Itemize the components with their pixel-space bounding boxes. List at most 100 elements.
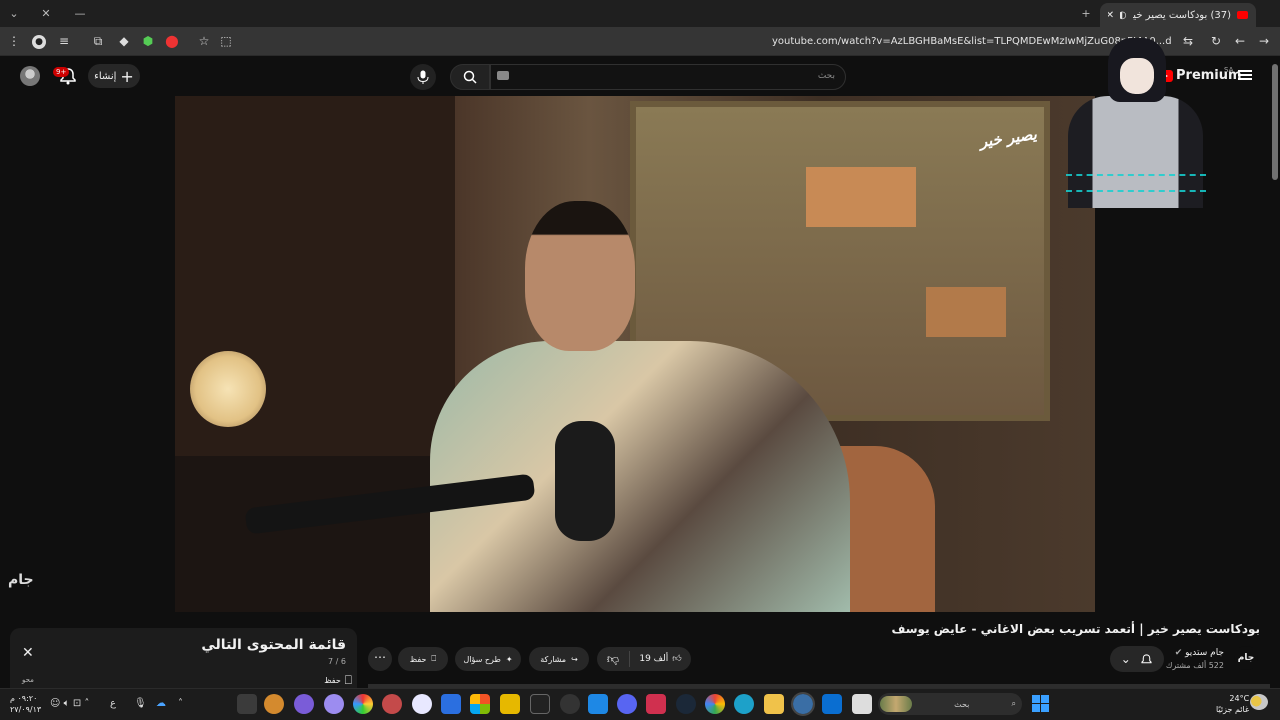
taskbar-app-13[interactable] <box>588 694 608 714</box>
tray-cloud-icon[interactable]: ☁ <box>156 698 166 709</box>
search-input[interactable]: بحث <box>490 64 846 90</box>
taskbar-search[interactable]: بحث ⌕ <box>878 693 1022 715</box>
taskbar-app-11[interactable] <box>530 694 550 714</box>
taskbar-app-16[interactable] <box>676 694 696 714</box>
taskbar-app-5[interactable] <box>353 694 373 714</box>
extension-diamond-icon[interactable]: ◆ <box>116 33 132 49</box>
video-scene-microphone <box>555 421 615 541</box>
sparkle-icon: ✦ <box>505 654 513 664</box>
taskbar-app-1[interactable] <box>237 694 257 714</box>
extension-red-icon[interactable]: ⬤ <box>164 33 180 49</box>
search-icon <box>463 70 477 84</box>
taskbar-app-18[interactable] <box>734 694 754 714</box>
back-icon[interactable]: ← <box>1232 33 1248 49</box>
weather-icon <box>1250 694 1268 710</box>
minimize-window-button[interactable]: — <box>72 7 88 20</box>
tray-overflow-icon[interactable]: ˄ <box>178 698 183 709</box>
hamburger-menu-icon[interactable] <box>1238 70 1252 80</box>
microphone-icon <box>417 70 429 84</box>
taskbar-app-6[interactable] <box>382 694 402 714</box>
video-player[interactable] <box>175 96 1095 612</box>
vtuber-face <box>1120 58 1154 94</box>
video-title: بودكاست يصير خير | أتعمد تسريب بعض الاغا… <box>891 622 1260 636</box>
more-actions-button[interactable]: ⋯ <box>368 647 392 671</box>
taskbar-app-4[interactable] <box>324 694 344 714</box>
page-scrollbar[interactable] <box>1272 64 1278 180</box>
taskbar-app-22[interactable] <box>852 694 872 714</box>
browser-titlebar: ⌄ ✕ — + (37) بودكاست يصير خير | أتع... ◐… <box>0 0 1280 27</box>
ask-button[interactable]: طرح سؤال ✦ <box>455 647 521 671</box>
thumbs-down-icon: 👎︎ <box>606 651 620 666</box>
taskbar-app-15[interactable] <box>646 694 666 714</box>
create-label: إنشاء <box>94 70 117 82</box>
thumbs-up-icon: 👍︎ <box>672 654 682 664</box>
language-indicator[interactable]: ع <box>110 698 116 709</box>
screenshot-icon[interactable]: ⬚ <box>218 33 234 49</box>
video-scene-person <box>430 201 850 612</box>
taskbar-app-12[interactable] <box>560 694 580 714</box>
avatar[interactable] <box>20 66 40 86</box>
vtuber-ring <box>1066 174 1206 192</box>
playlist-save-button[interactable]: حفظ ⎕ <box>324 673 352 688</box>
share-label: مشاركة <box>540 654 567 664</box>
taskbar-app-2[interactable] <box>264 694 284 714</box>
taskbar-app-7[interactable] <box>412 694 432 714</box>
bell-icon <box>1141 653 1152 663</box>
ask-label: طرح سؤال <box>463 654 501 664</box>
playlist-clear-label[interactable]: محو <box>22 676 34 684</box>
search-button[interactable] <box>450 64 490 90</box>
browser-tab-active[interactable]: (37) بودكاست يصير خير | أتع... ◐ ✕ <box>1100 3 1256 27</box>
tray-mic-icon[interactable]: 🎙︎ <box>134 698 147 709</box>
menu-dots-icon[interactable]: ⋮ <box>6 33 22 49</box>
keyboard-icon[interactable] <box>497 71 509 80</box>
tab-close-icon[interactable]: ✕ <box>1108 10 1114 21</box>
extensions-icon[interactable]: ⧉ <box>90 33 106 49</box>
playlist-save-label: حفظ <box>324 676 341 685</box>
tab-audio-icon[interactable]: ◐ <box>1120 10 1126 21</box>
share-button[interactable]: مشاركة ↪ <box>529 647 589 671</box>
youtube-favicon-icon <box>1236 11 1248 19</box>
chat-icon: ☺ <box>50 698 61 709</box>
playlist-position: 7 / 6 <box>328 657 346 666</box>
new-tab-button[interactable]: + <box>1078 7 1094 20</box>
close-window-button[interactable]: ✕ <box>38 7 54 20</box>
voice-search-button[interactable] <box>410 64 436 90</box>
create-button[interactable]: إنشاء + <box>88 64 140 88</box>
taskbar-app-14[interactable] <box>617 694 637 714</box>
search-highlight-image <box>880 696 912 712</box>
taskbar-app-17[interactable] <box>705 694 725 714</box>
tray-icons[interactable]: ☺ 🔈︎ ⊡ ˄ <box>50 698 89 709</box>
like-button[interactable]: 19 ألف 👍︎ <box>629 651 691 667</box>
taskbar-app-8[interactable] <box>441 694 461 714</box>
like-count: 19 ألف <box>639 654 669 664</box>
forward-icon[interactable]: → <box>1256 33 1272 49</box>
tab-list-button[interactable]: ⌄ <box>6 7 22 20</box>
profile-icon[interactable]: ● <box>32 35 46 49</box>
bookmark-star-icon[interactable]: ☆ <box>196 33 212 49</box>
taskbar-app-9[interactable] <box>470 694 490 714</box>
weather-widget[interactable]: 24°C غائم جزئيًا <box>1216 693 1249 715</box>
taskbar-app-19[interactable] <box>764 694 784 714</box>
share-icon: ↪ <box>571 654 578 664</box>
taskbar-app-21[interactable] <box>822 694 842 714</box>
plus-icon: + <box>120 66 134 86</box>
video-scene-table <box>175 456 455 612</box>
chevron-down-icon: ⌄ <box>1120 652 1131 666</box>
channel-avatar[interactable]: جام <box>1234 646 1258 670</box>
windows-start-icon[interactable] <box>1032 695 1049 712</box>
taskbar-app-10[interactable] <box>500 694 520 714</box>
channel-name[interactable]: جام ستديو ✔ <box>1175 648 1224 658</box>
windows-taskbar <box>0 688 1280 720</box>
save-button[interactable]: حفظ ⎕ <box>398 647 448 671</box>
playlist-icon[interactable]: ≡ <box>56 33 72 49</box>
taskbar-app-3[interactable] <box>294 694 314 714</box>
subscribed-button[interactable]: ⌄ <box>1110 646 1164 672</box>
volume-icon: 🔈︎ <box>63 698 70 709</box>
reload-icon[interactable]: ↻ <box>1208 33 1224 49</box>
country-code: SA <box>1224 66 1234 74</box>
extension-shield-icon[interactable]: ⬢ <box>140 33 156 49</box>
taskbar-app-active[interactable] <box>791 692 815 716</box>
dislike-button[interactable]: 👎︎ <box>597 652 629 667</box>
taskbar-clock[interactable]: ٠٩:٢٠ م ٢٧/٠٩/١٣ <box>10 693 41 715</box>
close-icon[interactable]: ✕ <box>22 646 36 660</box>
